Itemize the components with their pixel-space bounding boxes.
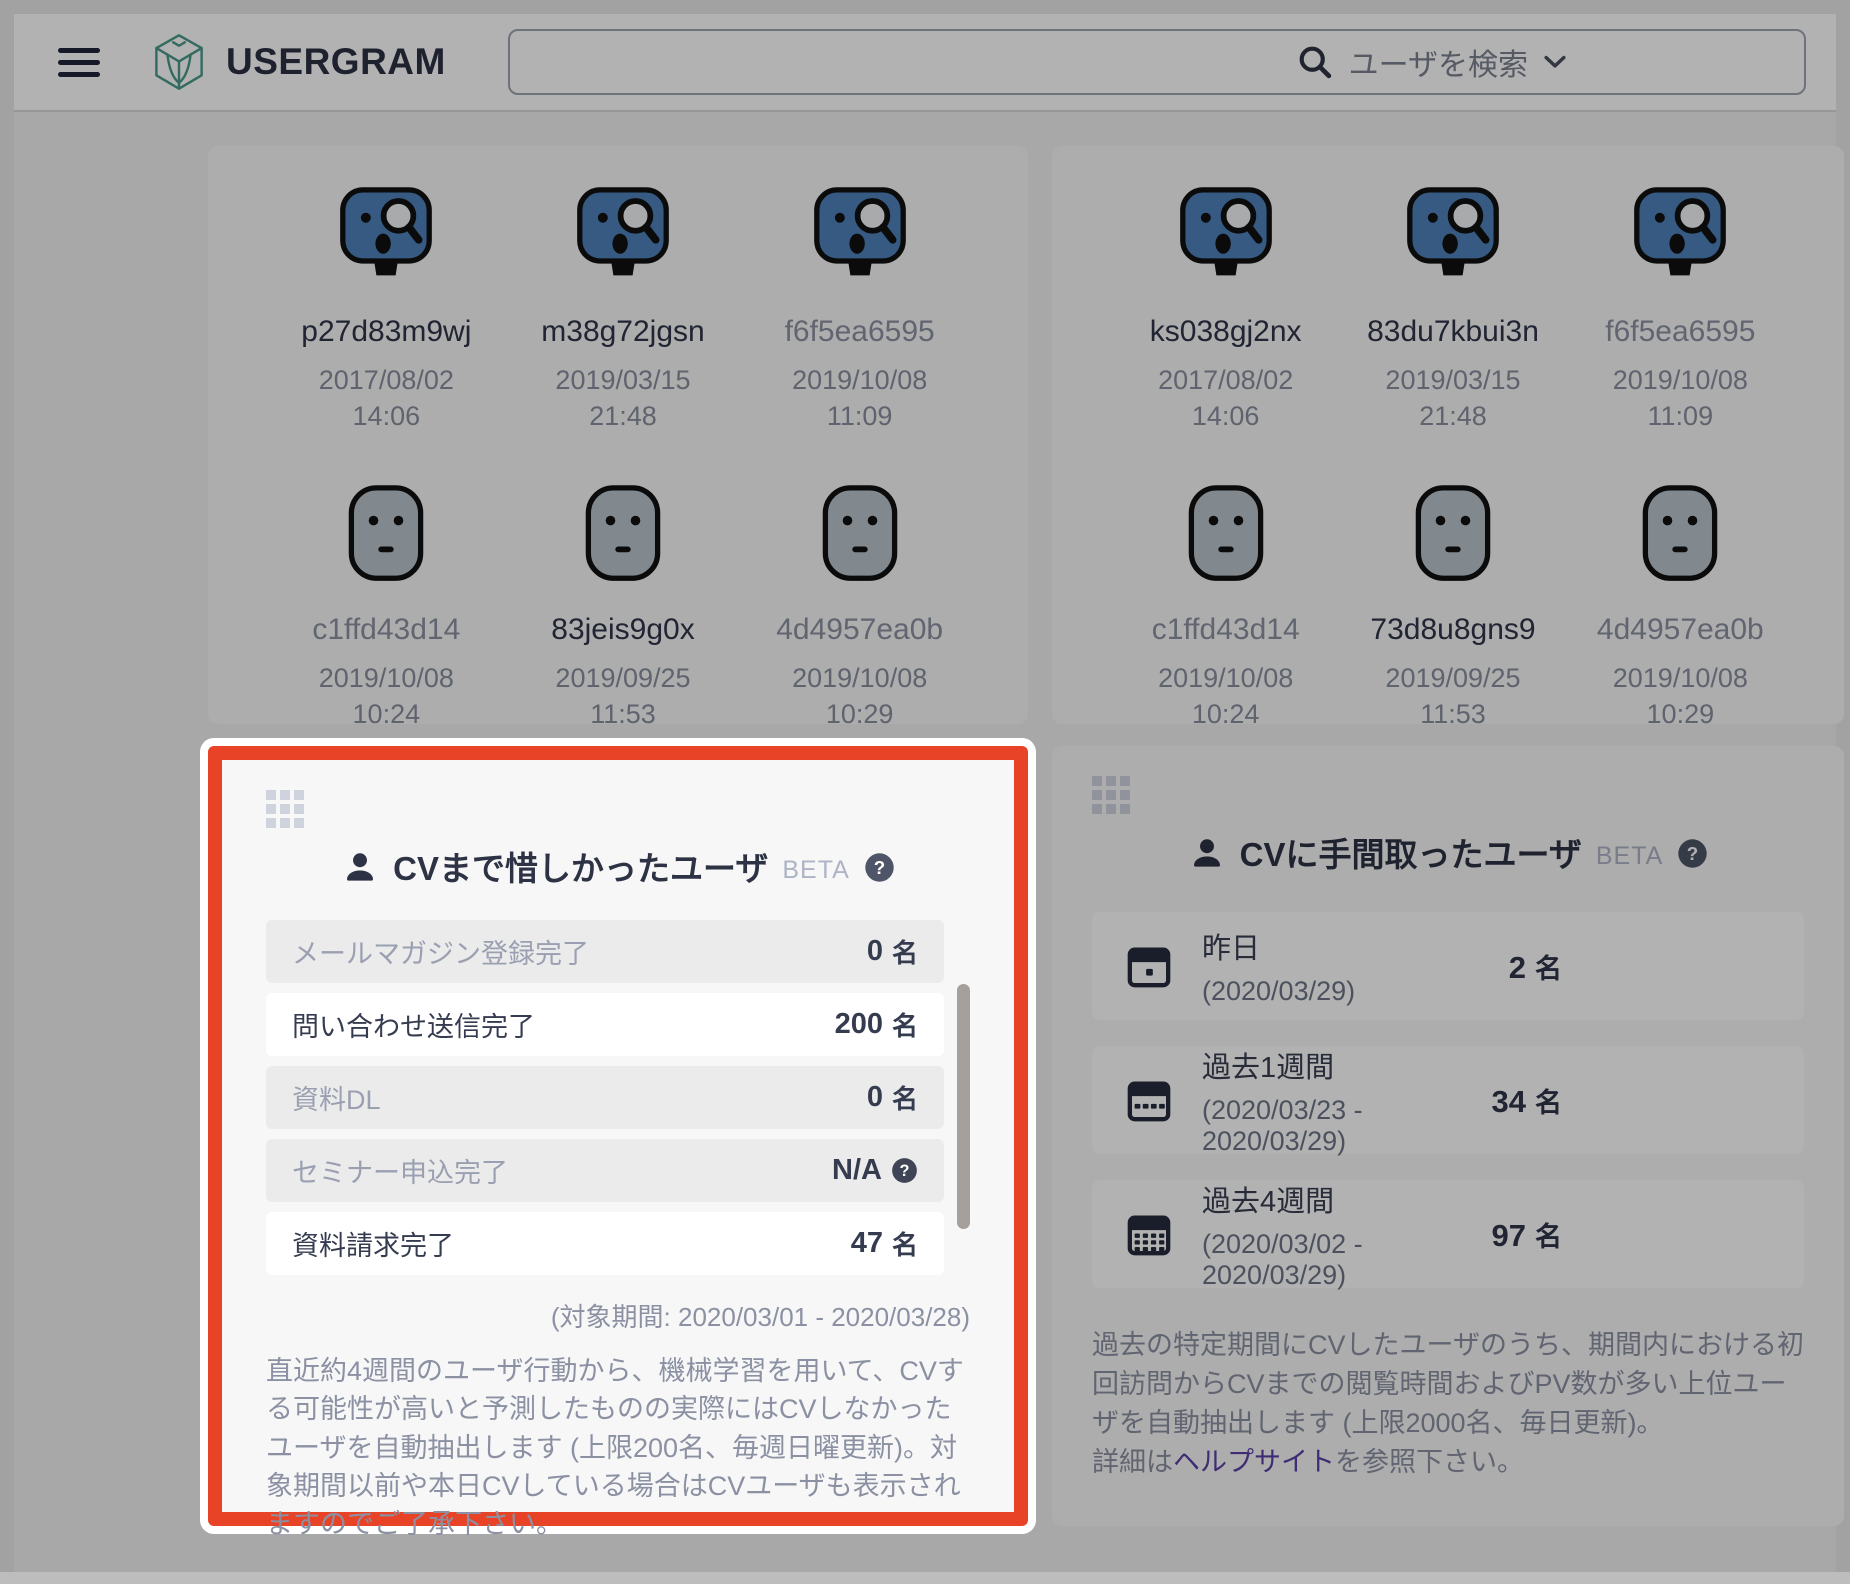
almost-cv-widget: CVまで惜しかったユーザ BETA ? メールマガジン登録完了 0 名問い合わせ送信… bbox=[208, 746, 1028, 1539]
goal-label: 資料DL bbox=[292, 1085, 381, 1115]
goal-row[interactable]: 資料DL 0 名 bbox=[266, 1066, 944, 1129]
drag-handle-icon[interactable] bbox=[266, 790, 970, 828]
drag-handle-dot bbox=[294, 818, 304, 828]
drag-handle-dot bbox=[280, 818, 290, 828]
goal-row[interactable]: 問い合わせ送信完了 200 名 bbox=[266, 993, 944, 1056]
beta-badge: BETA bbox=[782, 855, 850, 884]
svg-text:?: ? bbox=[874, 856, 885, 877]
almost-cv-description: 直近約4週間のユーザ行動から、機械学習を用いて、CVする可能性が高いと予測したも… bbox=[266, 1356, 964, 1540]
scrollbar-thumb[interactable] bbox=[957, 984, 970, 1229]
goal-count: N/A? bbox=[832, 1154, 918, 1187]
drag-handle-dot bbox=[266, 804, 276, 814]
drag-handle-dot bbox=[294, 804, 304, 814]
drag-handle-dot bbox=[280, 804, 290, 814]
almost-cv-title: CVまで惜しかったユーザ bbox=[393, 850, 769, 887]
goal-row[interactable]: セミナー申込完了 N/A? bbox=[266, 1139, 944, 1202]
goal-label: メールマガジン登録完了 bbox=[292, 939, 589, 969]
goal-row[interactable]: メールマガジン登録完了 0 名 bbox=[266, 920, 944, 983]
goal-count: 200 名 bbox=[834, 1008, 918, 1041]
help-icon[interactable]: ? bbox=[891, 1157, 918, 1184]
drag-handle-dot bbox=[266, 818, 276, 828]
goal-row[interactable]: 資料請求完了 47 名 bbox=[266, 1212, 944, 1275]
goal-count: 0名 bbox=[866, 1081, 918, 1114]
goal-label: セミナー申込完了 bbox=[292, 1158, 508, 1188]
person-icon bbox=[347, 853, 374, 881]
drag-handle-dot bbox=[280, 790, 290, 800]
drag-handle-dot bbox=[266, 790, 276, 800]
goal-count: 0名 bbox=[866, 935, 918, 968]
drag-handle-dot bbox=[294, 790, 304, 800]
goal-count: 47 名 bbox=[850, 1227, 918, 1260]
svg-text:?: ? bbox=[900, 1162, 910, 1180]
help-icon[interactable]: ? bbox=[864, 852, 895, 883]
target-period-note: (対象期間: 2020/03/01 - 2020/03/28) bbox=[550, 1302, 970, 1332]
bottom-scroll-strip bbox=[0, 1572, 1850, 1584]
almost-cv-title-row: CVまで惜しかったユーザ BETA ? bbox=[266, 842, 970, 890]
cv-goal-list: メールマガジン登録完了 0 名問い合わせ送信完了 200 名資料DL 0 名セミナー申込完了… bbox=[266, 920, 970, 1275]
goal-label: 資料請求完了 bbox=[292, 1231, 454, 1261]
goal-label: 問い合わせ送信完了 bbox=[292, 1012, 535, 1042]
